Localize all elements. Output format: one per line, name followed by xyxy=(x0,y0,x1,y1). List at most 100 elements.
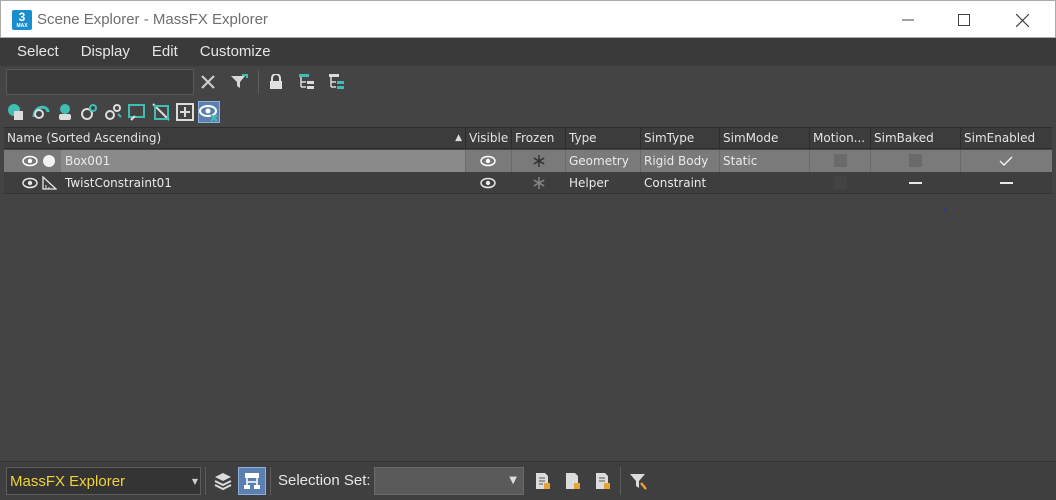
document-edit-icon xyxy=(536,473,550,489)
row-simtype: Rigid Body xyxy=(644,154,709,168)
minimize-icon xyxy=(902,19,914,21)
column-header-simtype[interactable]: SimType xyxy=(641,128,720,149)
row-simmode xyxy=(720,172,723,194)
sort-by-hierarchy-button[interactable] xyxy=(238,467,266,495)
document-add-icon xyxy=(566,473,580,489)
scene-table: Name (Sorted Ascending) ▲ Visible Frozen … xyxy=(0,127,1056,461)
column-header-simbaked[interactable]: SimBaked xyxy=(871,128,961,149)
checkmark-icon[interactable] xyxy=(998,153,1014,169)
add-to-selection-set-button[interactable] xyxy=(558,467,586,495)
column-header-simmode[interactable]: SimMode xyxy=(720,128,810,149)
simenabled-indeterminate-icon[interactable] xyxy=(1000,182,1013,184)
bone-icon xyxy=(152,103,170,121)
toolbar-top xyxy=(0,66,1056,98)
display-spacewarps-button[interactable] xyxy=(126,101,148,123)
layers-icon xyxy=(214,473,232,491)
row-type: Geometry xyxy=(569,154,629,168)
close-button[interactable] xyxy=(993,1,1051,39)
bottom-separator xyxy=(205,467,206,495)
row-name: Box001 xyxy=(65,154,111,168)
display-groups-button[interactable] xyxy=(174,101,196,123)
column-header-motion[interactable]: Motion... xyxy=(810,128,871,149)
column-header-frozen[interactable]: Frozen xyxy=(512,128,566,149)
sort-ascending-icon: ▲ xyxy=(455,133,462,143)
menu-bar: Select Display Edit Customize xyxy=(0,38,1056,66)
sphere-icon xyxy=(41,153,57,169)
sort-by-layer-button[interactable] xyxy=(209,467,237,495)
display-cameras-button[interactable] xyxy=(78,101,100,123)
lock-button[interactable] xyxy=(263,69,289,95)
group-icon xyxy=(176,103,194,121)
clear-search-button[interactable] xyxy=(195,69,221,95)
search-input[interactable] xyxy=(6,69,194,95)
display-lights-button[interactable] xyxy=(54,101,76,123)
bottom-separator xyxy=(620,467,621,495)
maximize-button[interactable] xyxy=(935,1,993,39)
row-name: TwistConstraint01 xyxy=(65,176,172,190)
display-bones-button[interactable] xyxy=(150,101,172,123)
shapes-icon xyxy=(32,105,50,119)
simbaked-checkbox xyxy=(909,154,922,167)
dependencies-icon xyxy=(329,74,344,89)
selection-set-dropdown[interactable]: ▼ xyxy=(374,467,524,495)
edit-selection-set-button[interactable] xyxy=(528,467,556,495)
display-helpers-button[interactable] xyxy=(102,101,124,123)
dropdown-arrow-icon: ▼ xyxy=(191,477,198,486)
column-header-type[interactable]: Type xyxy=(566,128,641,149)
row-simmode: Static xyxy=(723,154,758,168)
title-bar: 3 MAX Scene Explorer - MassFX Explorer xyxy=(0,0,1056,38)
table-header: Name (Sorted Ascending) ▲ Visible Frozen … xyxy=(4,127,1052,149)
filter-selection-button[interactable] xyxy=(624,467,652,495)
stray-pixel xyxy=(944,208,946,210)
helper-icon xyxy=(41,175,57,191)
spacewarp-icon xyxy=(128,104,145,121)
motion-checkbox xyxy=(834,176,847,189)
dropdown-arrow-icon: ▼ xyxy=(509,475,517,486)
name-cell-bg xyxy=(61,150,466,172)
explorer-dropdown[interactable]: MassFX Explorer ▼ xyxy=(6,467,201,495)
display-shapes-button[interactable] xyxy=(30,101,52,123)
clear-icon xyxy=(201,75,215,89)
visibility-toggle-icon[interactable] xyxy=(22,175,38,191)
hierarchy-dependencies-button[interactable] xyxy=(324,69,350,95)
lock-icon xyxy=(270,74,282,89)
selection-set-label: Selection Set: xyxy=(278,472,371,489)
column-header-name[interactable]: Name (Sorted Ascending) ▲ xyxy=(4,128,466,149)
funnel-icon xyxy=(231,74,248,88)
menu-display[interactable]: Display xyxy=(70,38,141,66)
simbaked-indeterminate-icon[interactable] xyxy=(909,182,922,184)
frozen-snowflake-icon[interactable] xyxy=(531,153,547,169)
remove-from-selection-set-button[interactable] xyxy=(588,467,616,495)
menu-customize[interactable]: Customize xyxy=(189,38,282,66)
minimize-button[interactable] xyxy=(879,1,937,39)
motion-checkbox xyxy=(834,154,847,167)
frozen-snowflake-icon[interactable] xyxy=(531,175,547,191)
display-hidden-button[interactable] xyxy=(198,101,220,123)
row-type: Helper xyxy=(569,176,609,190)
gear-icon xyxy=(81,104,97,120)
filter-settings-button[interactable] xyxy=(226,69,252,95)
toolbar-separator xyxy=(258,70,259,94)
hierarchy-expand-button[interactable] xyxy=(294,69,320,95)
lights-icon xyxy=(59,104,71,120)
bottom-separator xyxy=(270,467,271,495)
hierarchy-icon xyxy=(244,473,260,489)
bottom-bar: MassFX Explorer ▼ Selection Set: ▼ xyxy=(0,461,1056,500)
visible-eye-icon[interactable] xyxy=(480,153,496,169)
menu-edit[interactable]: Edit xyxy=(141,38,189,66)
maximize-icon xyxy=(958,14,970,26)
explorer-name: MassFX Explorer xyxy=(10,473,126,490)
visibility-toggle-icon[interactable] xyxy=(22,153,38,169)
column-header-simenabled[interactable]: SimEnabled xyxy=(961,128,1052,149)
visible-eye-icon[interactable] xyxy=(480,175,496,191)
geometry-icon xyxy=(8,104,23,120)
menu-select[interactable]: Select xyxy=(6,38,70,66)
column-header-visible[interactable]: Visible xyxy=(466,128,512,149)
table-row[interactable]: Box001 Geometry Rigid Body Static xyxy=(4,150,1052,172)
funnel-icon xyxy=(630,474,647,490)
display-geometry-button[interactable] xyxy=(5,101,27,123)
filter-toolbar xyxy=(0,98,1056,126)
gears-icon xyxy=(105,104,122,120)
table-row[interactable]: TwistConstraint01 Helper Constraint xyxy=(4,172,1052,194)
eye-icon xyxy=(199,105,218,122)
